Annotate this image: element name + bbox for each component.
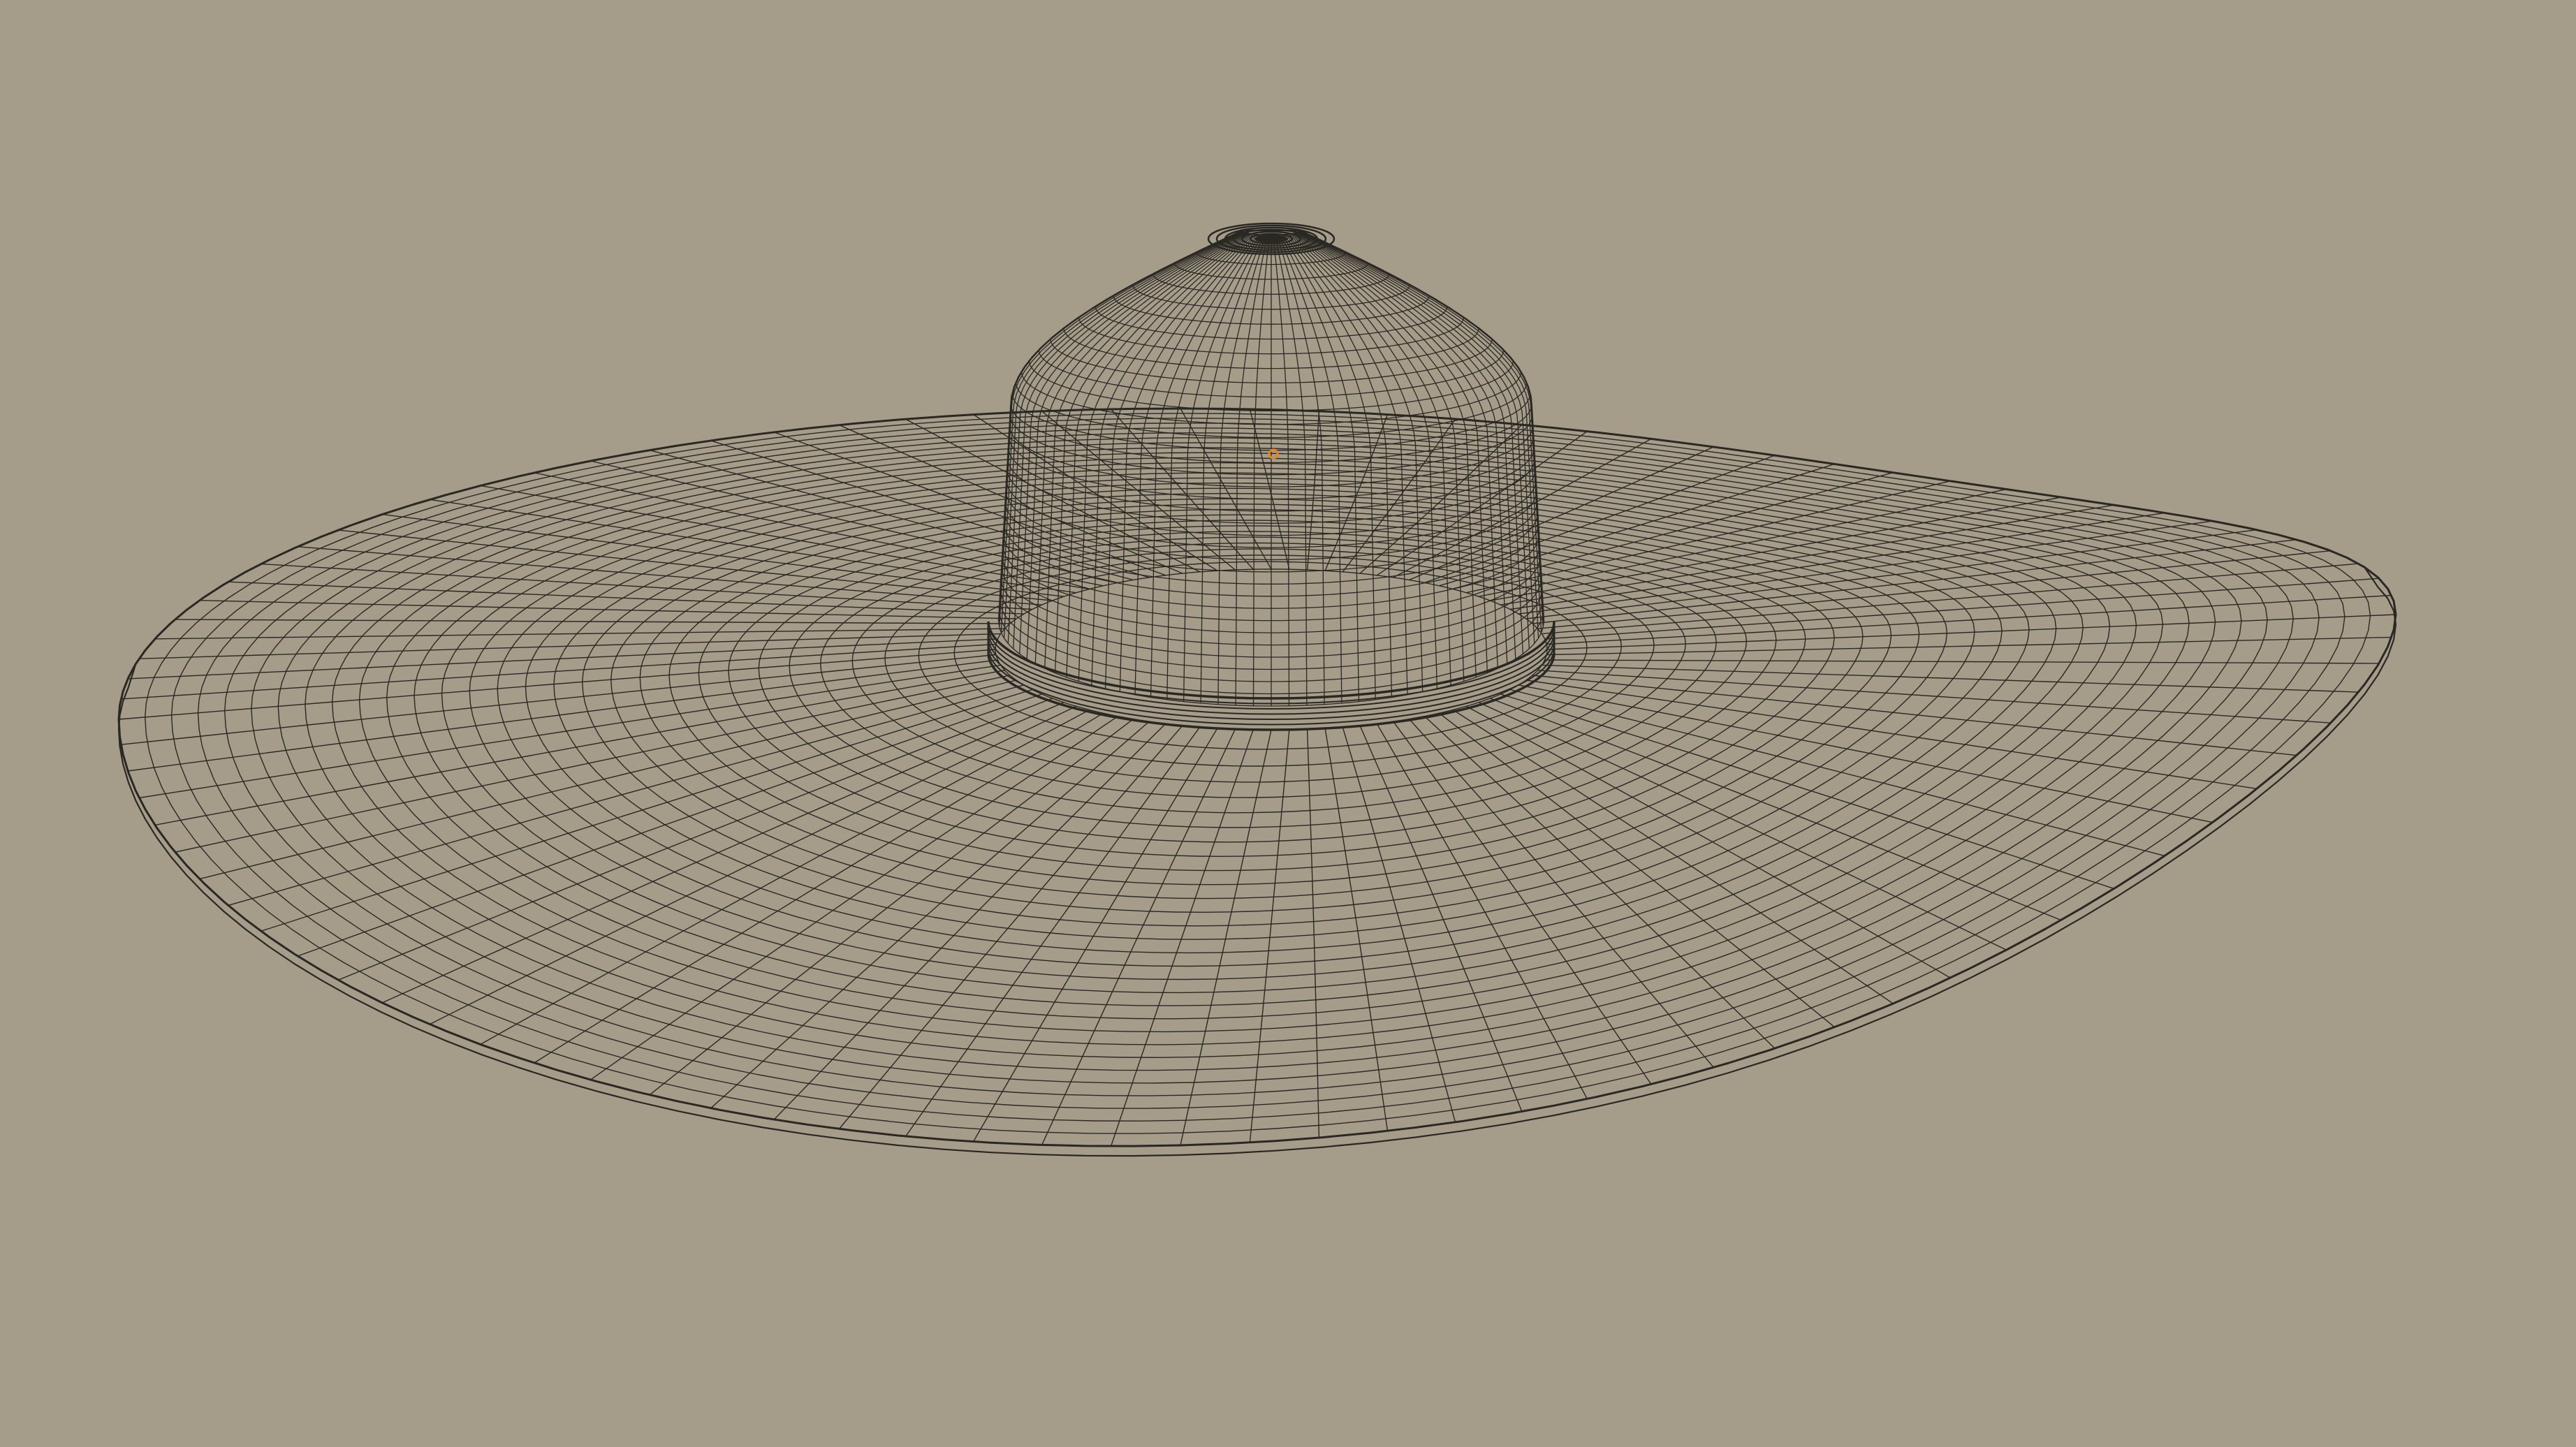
3d-viewport[interactable] — [0, 0, 2576, 1447]
hat-wireframe-mesh[interactable] — [0, 0, 2576, 1447]
hat-crown-wireframe — [997, 222, 1545, 707]
hat-brim-wireframe — [117, 407, 2397, 1157]
